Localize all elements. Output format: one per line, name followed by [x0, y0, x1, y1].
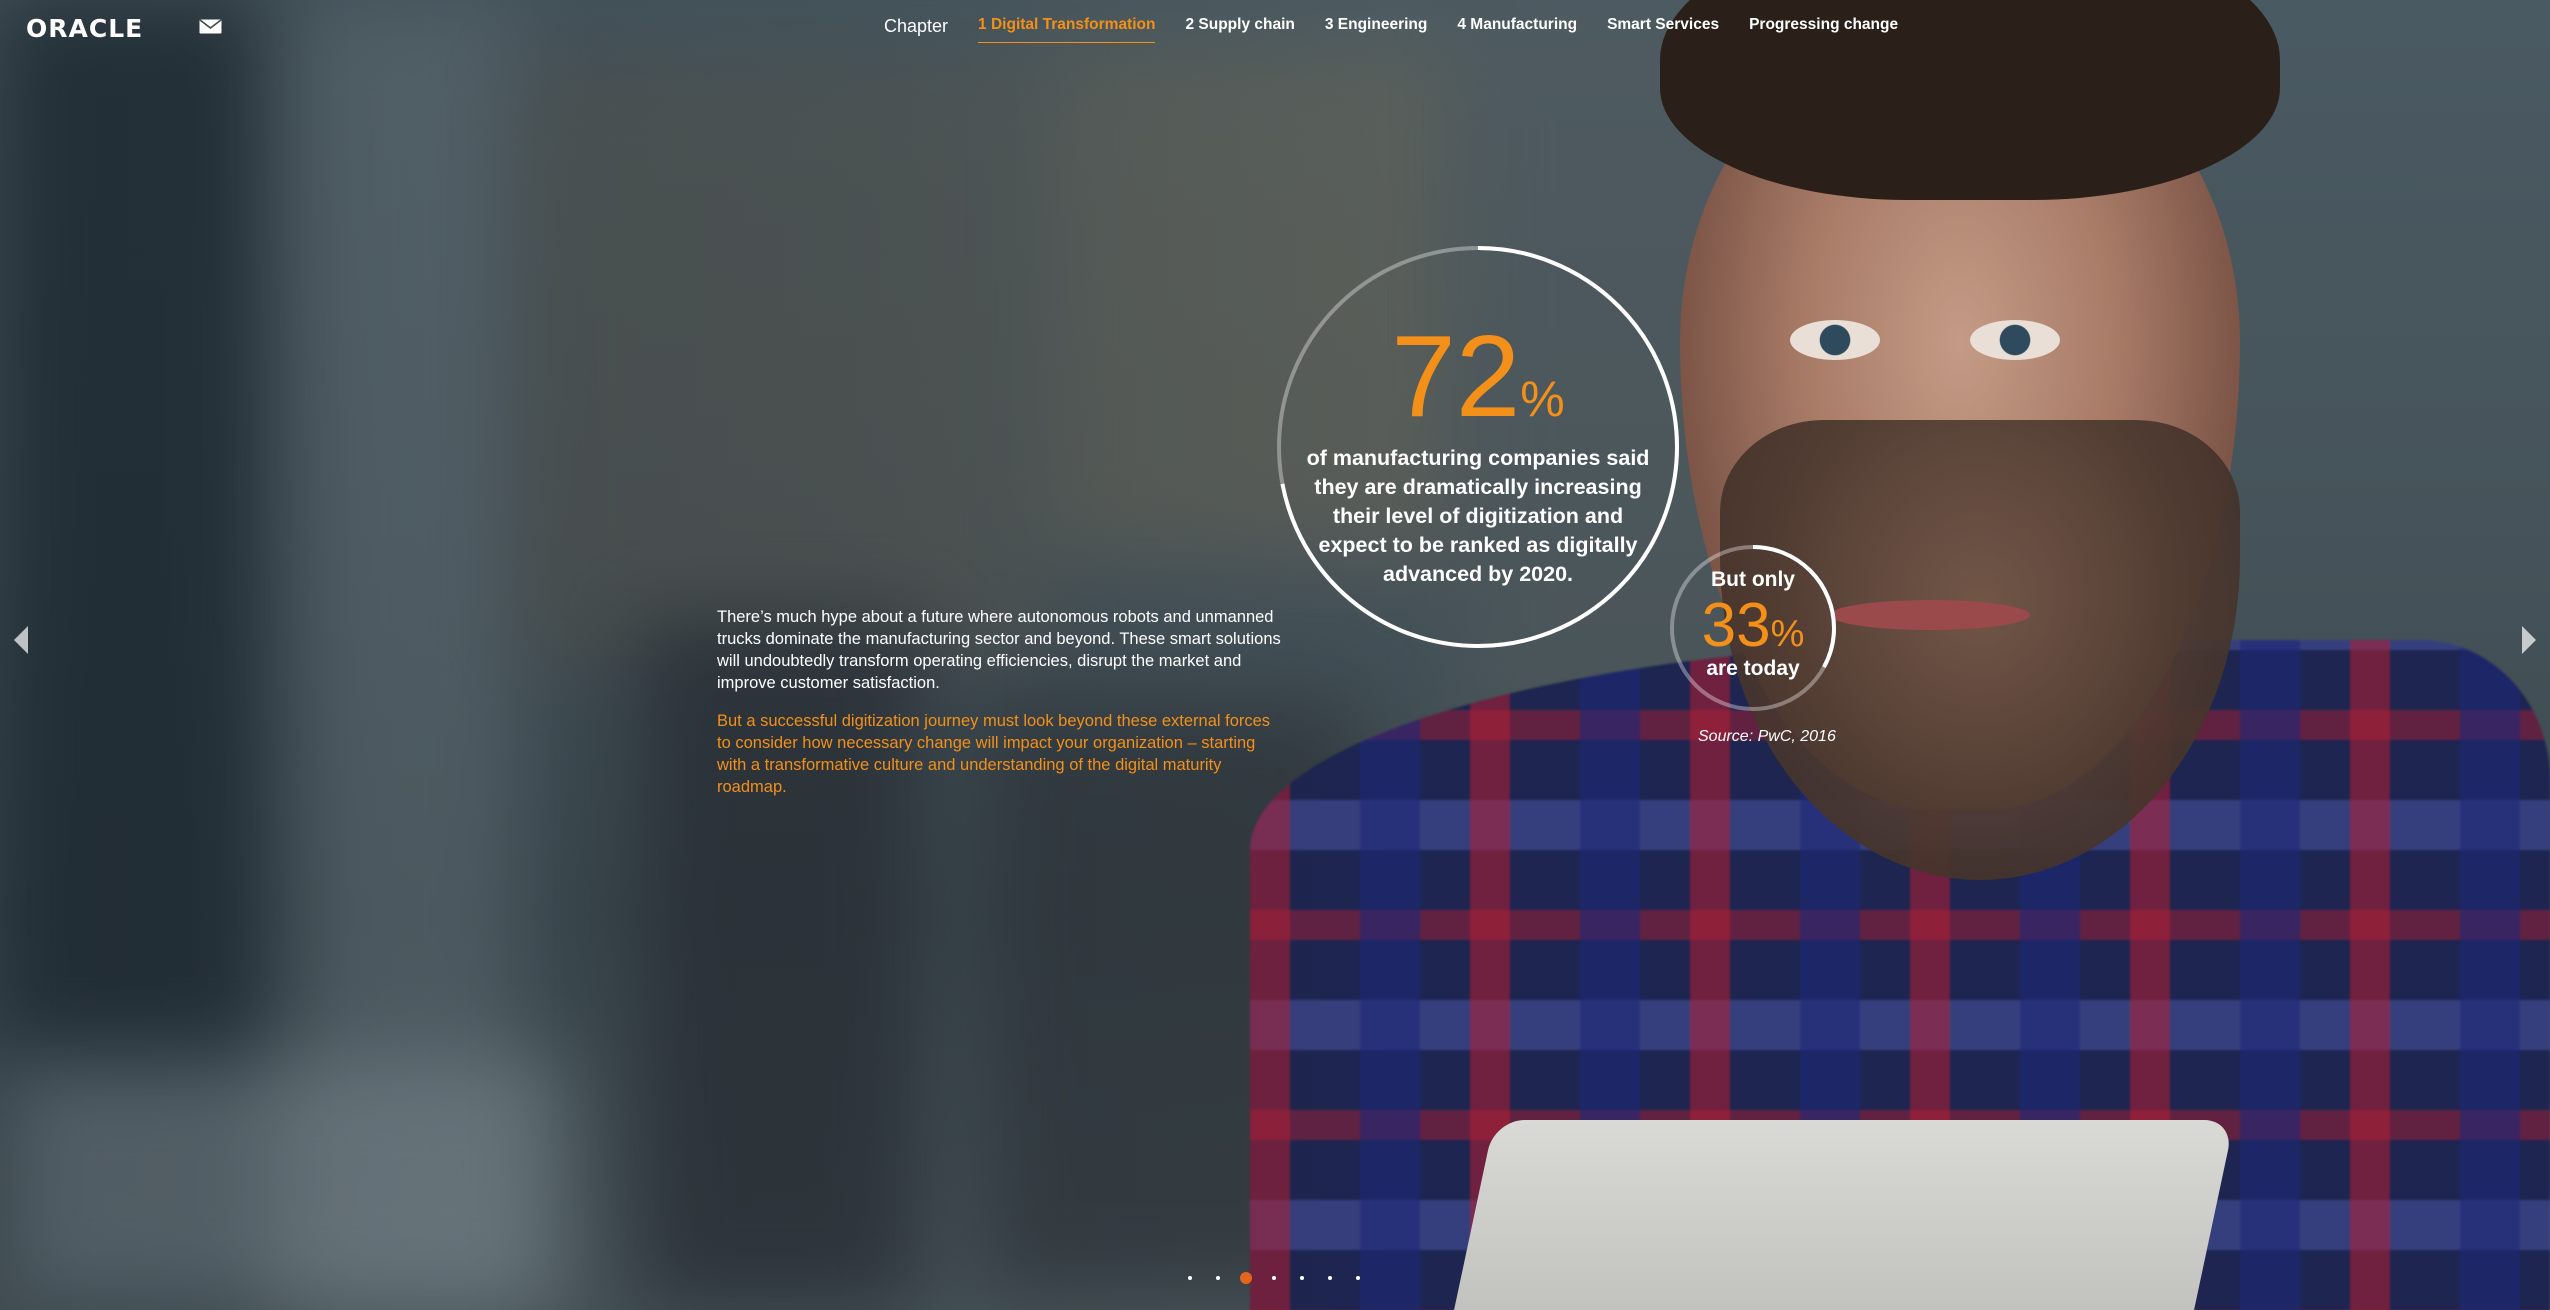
stat-primary-value: 72%	[1275, 318, 1681, 457]
intro-copy: There’s much hype about a future where a…	[717, 606, 1287, 814]
stat-secondary-number: 33	[1701, 591, 1771, 660]
stat-secondary-bottom: are today	[1706, 657, 1800, 680]
nav-item-supply-chain[interactable]: 2 Supply chain	[1185, 14, 1294, 42]
chevron-left-icon[interactable]	[12, 625, 30, 655]
oracle-logo[interactable]: ORACLE	[26, 14, 143, 43]
nav-item-progressing-change[interactable]: Progressing change	[1749, 14, 1898, 42]
nav-item-engineering[interactable]: 3 Engineering	[1325, 14, 1428, 42]
laptop-image	[1445, 1120, 2235, 1310]
source-citation: Source: PwC, 2016	[1698, 728, 1836, 745]
stat-primary-text: of manufacturing companies said they are…	[1306, 446, 1650, 586]
header: ORACLE Chapter 1 Digital Transformation …	[0, 0, 2550, 60]
nav-item-digital-transformation[interactable]: 1 Digital Transformation	[978, 14, 1156, 43]
chapter-nav: Chapter 1 Digital Transformation 2 Suppl…	[884, 14, 1928, 43]
stat-primary-unit: %	[1520, 371, 1565, 427]
pagination-dots	[1188, 1272, 1384, 1284]
nav-item-manufacturing[interactable]: 4 Manufacturing	[1457, 14, 1577, 42]
pagination-dot[interactable]	[1356, 1276, 1360, 1280]
chevron-right-icon[interactable]	[2520, 625, 2538, 655]
nav-item-smart-services[interactable]: Smart Services	[1607, 14, 1719, 42]
pagination-dot[interactable]	[1328, 1276, 1332, 1280]
stat-primary-number: 72	[1391, 311, 1521, 441]
pagination-dot[interactable]	[1216, 1276, 1220, 1280]
person-photo	[1250, 0, 2550, 1310]
chapter-label: Chapter	[884, 16, 949, 36]
highlight-paragraph: But a successful digitization journey mu…	[717, 712, 1271, 796]
pagination-dot[interactable]	[1272, 1276, 1276, 1280]
mail-icon[interactable]	[199, 19, 222, 34]
intro-paragraph: There’s much hype about a future where a…	[717, 608, 1281, 692]
stat-secondary-unit: %	[1770, 613, 1805, 655]
pagination-dot[interactable]	[1300, 1276, 1304, 1280]
pagination-dot-active[interactable]	[1240, 1272, 1252, 1284]
stat-secondary-top: But only	[1711, 568, 1795, 591]
pagination-dot[interactable]	[1188, 1276, 1192, 1280]
